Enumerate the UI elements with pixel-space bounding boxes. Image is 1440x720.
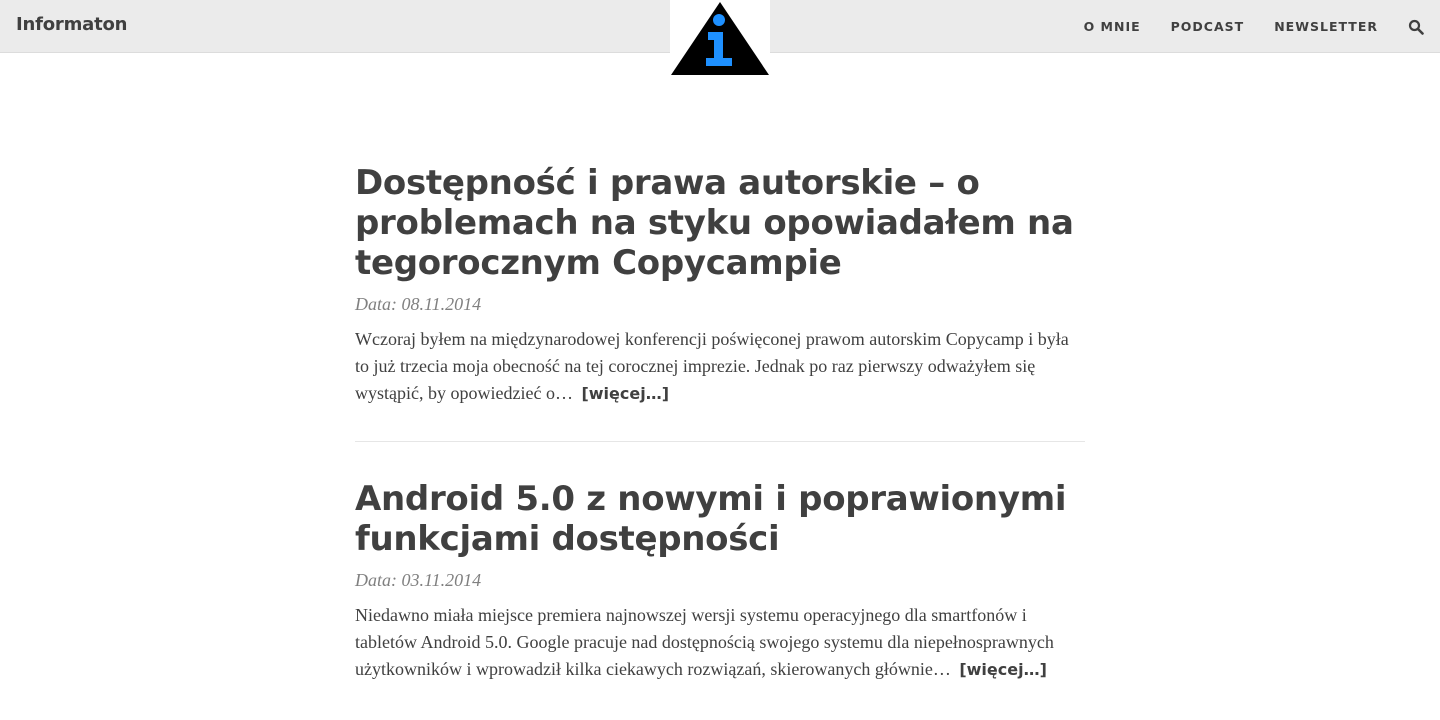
post-title-link[interactable]: Dostępność i prawa autorskie – o problem… — [355, 163, 1085, 283]
site-logo[interactable] — [670, 0, 770, 78]
info-triangle-logo-icon — [671, 2, 769, 75]
post-excerpt-text: Niedawno miała miejsce premiera najnowsz… — [355, 605, 1054, 679]
site-brand-link[interactable]: Informaton — [16, 14, 127, 35]
post-divider — [355, 441, 1085, 442]
post-date: Data: 03.11.2014 — [355, 570, 482, 590]
main-nav: O MNIE PODCAST NEWSLETTER — [1084, 0, 1440, 53]
post-list: Dostępność i prawa autorskie – o problem… — [355, 163, 1085, 683]
post-date: Data: 08.11.2014 — [355, 294, 482, 314]
nav-link-newsletter[interactable]: NEWSLETTER — [1274, 19, 1378, 34]
read-more-link[interactable]: [więcej…] — [581, 384, 669, 403]
post-preview: Dostępność i prawa autorskie – o problem… — [355, 163, 1085, 407]
post-excerpt: Wczoraj byłem na międzynarodowej konfere… — [355, 326, 1085, 407]
read-more-link[interactable]: [więcej…] — [959, 660, 1047, 679]
nav-link-o-mnie[interactable]: O MNIE — [1084, 19, 1141, 34]
post-preview: Android 5.0 z nowymi i poprawionymi funk… — [355, 479, 1085, 683]
post-excerpt: Niedawno miała miejsce premiera najnowsz… — [355, 602, 1085, 683]
post-excerpt-text: Wczoraj byłem na międzynarodowej konfere… — [355, 329, 1069, 403]
post-title-link[interactable]: Android 5.0 z nowymi i poprawionymi funk… — [355, 479, 1085, 559]
search-icon[interactable] — [1408, 19, 1424, 35]
top-navbar: Informaton O MNIE PODCAST NEWSLETTER — [0, 0, 1440, 78]
nav-link-podcast[interactable]: PODCAST — [1171, 19, 1245, 34]
